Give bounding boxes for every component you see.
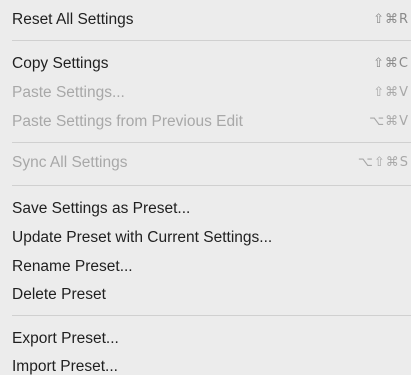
keyboard-shortcut: ⇧⌘V — [373, 85, 409, 100]
menu-item-label: Export Preset... — [12, 330, 119, 347]
menu-item-label: Sync All Settings — [12, 154, 128, 171]
menu-item-label: Update Preset with Current Settings... — [12, 229, 273, 246]
menu-item-label: Copy Settings — [12, 55, 109, 72]
menu-item-export-preset[interactable]: Export Preset... — [0, 324, 411, 353]
menu-separator — [12, 315, 411, 316]
context-menu: Reset All Settings ⇧⌘R Copy Settings ⇧⌘C… — [0, 0, 411, 375]
keyboard-shortcut: ⌥⌘V — [369, 114, 409, 129]
menu-item-sync-all-settings: Sync All Settings ⌥⇧⌘S — [0, 148, 411, 177]
menu-item-delete-preset[interactable]: Delete Preset — [0, 280, 411, 309]
menu-item-import-preset[interactable]: Import Preset... — [0, 352, 411, 375]
menu-item-label: Paste Settings from Previous Edit — [12, 113, 243, 130]
keyboard-shortcut: ⌥⇧⌘S — [357, 155, 409, 170]
menu-item-label: Rename Preset... — [12, 258, 133, 275]
menu-item-label: Delete Preset — [12, 286, 106, 303]
menu-item-update-preset[interactable]: Update Preset with Current Settings... — [0, 223, 411, 252]
keyboard-shortcut: ⇧⌘C — [373, 56, 409, 71]
menu-item-label: Reset All Settings — [12, 11, 134, 28]
menu-item-label: Save Settings as Preset... — [12, 200, 191, 217]
menu-item-rename-preset[interactable]: Rename Preset... — [0, 252, 411, 281]
menu-item-save-settings-as-preset[interactable]: Save Settings as Preset... — [0, 194, 411, 223]
menu-item-label: Import Preset... — [12, 358, 118, 375]
menu-separator — [12, 185, 411, 186]
menu-separator — [12, 40, 411, 41]
menu-separator — [12, 142, 411, 143]
menu-item-reset-all-settings[interactable]: Reset All Settings ⇧⌘R — [0, 5, 411, 34]
menu-item-paste-settings: Paste Settings... ⇧⌘V — [0, 78, 411, 107]
keyboard-shortcut: ⇧⌘R — [373, 12, 409, 27]
menu-item-copy-settings[interactable]: Copy Settings ⇧⌘C — [0, 49, 411, 78]
menu-item-paste-settings-previous-edit: Paste Settings from Previous Edit ⌥⌘V — [0, 107, 411, 136]
menu-item-label: Paste Settings... — [12, 84, 125, 101]
